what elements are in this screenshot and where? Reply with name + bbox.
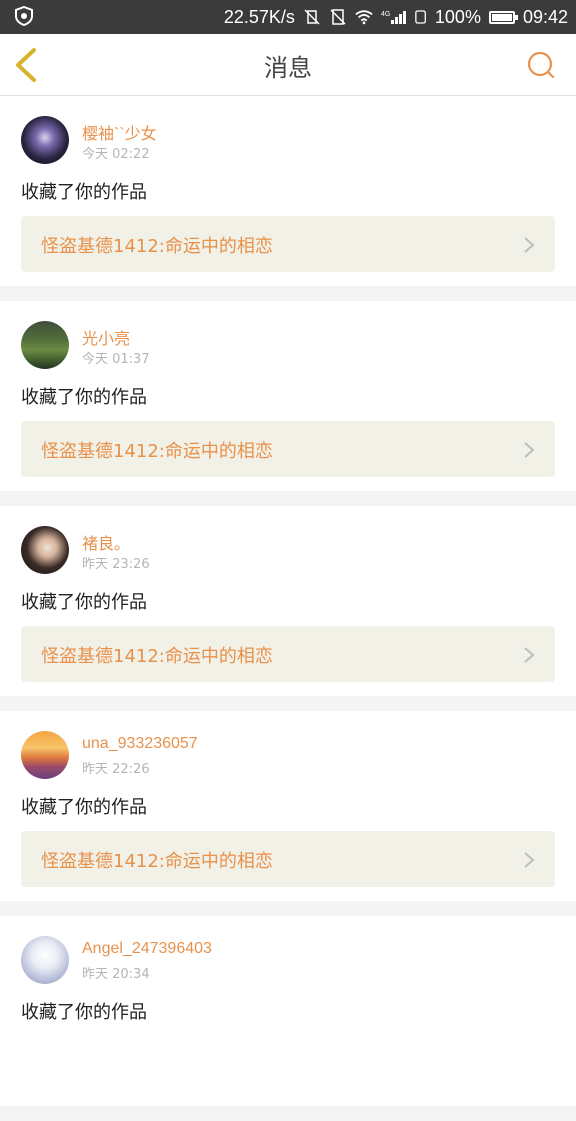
header-bar: 消息 [0,34,576,96]
avatar[interactable] [21,321,69,369]
username[interactable]: 光小亮 [82,325,130,349]
message-card: 樱袖``少女 今天 02:22 收藏了你的作品 怪盗基德1412:命运中的相恋 [0,96,576,286]
work-title: 怪盗基德1412:命运中的相恋 [41,441,273,462]
svg-text:4G: 4G [381,11,390,18]
message-card: 光小亮 今天 01:37 收藏了你的作品 怪盗基德1412:命运中的相恋 [0,301,576,491]
status-bar: 22.57K/s 4G 100% 09:42 [0,0,576,34]
battery-icon [488,10,518,24]
search-icon[interactable] [526,50,556,80]
username[interactable]: 褚良。 [82,530,130,554]
message-card: una_933236057 昨天 22:26 收藏了你的作品 怪盗基德1412:… [0,711,576,901]
work-link[interactable]: 怪盗基德1412:命运中的相恋 [21,831,555,887]
sim-card-icon [415,10,426,24]
sim-off-icon [330,9,346,25]
username[interactable]: Angel_247396403 [82,940,212,958]
avatar[interactable] [21,936,69,984]
work-title: 怪盗基德1412:命运中的相恋 [41,646,273,667]
clock: 09:42 [522,6,568,27]
message-list: 樱袖``少女 今天 02:22 收藏了你的作品 怪盗基德1412:命运中的相恋 … [0,96,576,1121]
page-title: 消息 [264,54,312,82]
work-title: 怪盗基德1412:命运中的相恋 [41,851,273,872]
avatar[interactable] [21,116,69,164]
network-speed: 22.57K/s [223,6,295,27]
action-text: 收藏了你的作品 [21,797,147,818]
avatar[interactable] [21,731,69,779]
action-text: 收藏了你的作品 [21,1002,147,1023]
timestamp: 今天 02:22 [82,147,150,162]
work-link[interactable]: 怪盗基德1412:命运中的相恋 [21,626,555,682]
work-title: 怪盗基德1412:命运中的相恋 [41,236,273,257]
shield-icon [15,6,33,26]
signal-4g-icon: 4G [381,11,406,24]
work-link[interactable]: 怪盗基德1412:命运中的相恋 [21,421,555,477]
username[interactable]: una_933236057 [82,735,198,753]
timestamp: 昨天 22:26 [82,762,150,777]
action-text: 收藏了你的作品 [21,592,147,613]
action-text: 收藏了你的作品 [21,387,147,408]
message-card: Angel_247396403 昨天 20:34 收藏了你的作品 [0,916,576,1106]
wifi-icon [355,10,373,25]
work-link[interactable]: 怪盗基德1412:命运中的相恋 [21,216,555,272]
action-text: 收藏了你的作品 [21,182,147,203]
message-card: 褚良。 昨天 23:26 收藏了你的作品 怪盗基德1412:命运中的相恋 [0,506,576,696]
chevron-right-icon [524,852,535,868]
battery-percent: 100% [434,6,481,27]
timestamp: 昨天 20:34 [82,967,150,982]
chevron-right-icon [524,647,535,663]
timestamp: 昨天 23:26 [82,557,150,572]
chevron-right-icon [524,237,535,253]
chevron-right-icon [524,442,535,458]
vibrate-off-icon [304,9,320,25]
avatar[interactable] [21,526,69,574]
username[interactable]: 樱袖``少女 [82,120,157,144]
timestamp: 今天 01:37 [82,352,150,367]
